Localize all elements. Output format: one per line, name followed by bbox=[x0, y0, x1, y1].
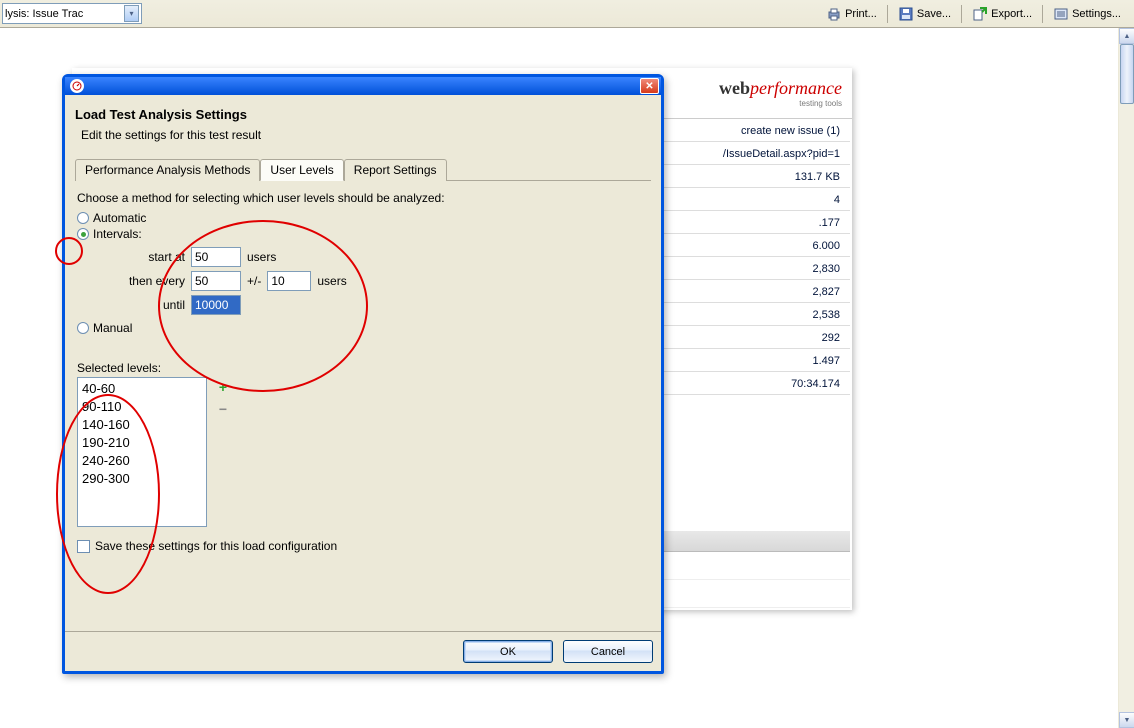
list-item[interactable]: 240-260 bbox=[82, 452, 202, 470]
every-users-label: users bbox=[317, 274, 346, 288]
until-input[interactable] bbox=[191, 295, 241, 315]
selected-levels-label: Selected levels: bbox=[77, 361, 649, 375]
scroll-up-button[interactable]: ▲ bbox=[1119, 28, 1134, 44]
radio-automatic[interactable] bbox=[77, 212, 89, 224]
tab-user-levels[interactable]: User Levels bbox=[260, 159, 343, 181]
brand-subtitle: testing tools bbox=[719, 99, 842, 108]
list-item[interactable]: 190-210 bbox=[82, 434, 202, 452]
save-settings-label: Save these settings for this load config… bbox=[95, 539, 337, 553]
until-label: until bbox=[117, 298, 185, 312]
dialog-subtitle: Edit the settings for this test result bbox=[81, 128, 651, 142]
list-item[interactable]: 40-60 bbox=[82, 380, 202, 398]
radio-manual[interactable] bbox=[77, 322, 89, 334]
gauge-icon bbox=[70, 79, 84, 93]
close-button[interactable]: ✕ bbox=[640, 78, 659, 94]
combo-dropdown-button[interactable]: ▾ bbox=[124, 5, 139, 22]
plus-minus-label: +/- bbox=[247, 274, 261, 288]
start-at-input[interactable] bbox=[191, 247, 241, 267]
settings-icon bbox=[1053, 6, 1069, 22]
print-button[interactable]: Print... bbox=[821, 4, 882, 24]
list-item[interactable]: 140-160 bbox=[82, 416, 202, 434]
levels-listbox[interactable]: 40-6090-110140-160190-210240-260290-300 bbox=[77, 377, 207, 527]
separator bbox=[1042, 5, 1043, 23]
view-combo-text: lysis: Issue Trac bbox=[5, 8, 124, 20]
printer-icon bbox=[826, 6, 842, 22]
cancel-button[interactable]: Cancel bbox=[563, 640, 653, 663]
scroll-down-button[interactable]: ▼ bbox=[1119, 712, 1134, 728]
then-every-input[interactable] bbox=[191, 271, 241, 291]
start-users-label: users bbox=[247, 250, 276, 264]
ok-button[interactable]: OK bbox=[463, 640, 553, 663]
vertical-scrollbar[interactable]: ▲ ▼ bbox=[1118, 28, 1134, 728]
add-level-button[interactable]: + bbox=[215, 379, 231, 395]
radio-automatic-label: Automatic bbox=[93, 211, 146, 225]
tab-report-settings[interactable]: Report Settings bbox=[344, 159, 447, 181]
radio-intervals-label: Intervals: bbox=[93, 227, 142, 241]
start-at-label: start at bbox=[117, 250, 185, 264]
dialog-title: Load Test Analysis Settings bbox=[75, 107, 651, 122]
settings-dialog: ✕ Load Test Analysis Settings Edit the s… bbox=[62, 74, 664, 674]
radio-manual-label: Manual bbox=[93, 321, 132, 335]
list-item[interactable]: 290-300 bbox=[82, 470, 202, 488]
settings-button[interactable]: Settings... bbox=[1048, 4, 1126, 24]
then-every-label: then every bbox=[117, 274, 185, 288]
toolbar: lysis: Issue Trac ▾ Print... Save... Exp… bbox=[0, 0, 1134, 28]
brand-logo: webperformance bbox=[719, 78, 842, 99]
view-combo[interactable]: lysis: Issue Trac ▾ bbox=[2, 3, 142, 24]
save-settings-checkbox[interactable] bbox=[77, 540, 90, 553]
tab-performance-methods[interactable]: Performance Analysis Methods bbox=[75, 159, 260, 181]
plus-minus-input[interactable] bbox=[267, 271, 311, 291]
remove-level-button[interactable]: − bbox=[215, 401, 231, 417]
radio-intervals[interactable] bbox=[77, 228, 89, 240]
floppy-icon bbox=[898, 6, 914, 22]
export-button[interactable]: Export... bbox=[967, 4, 1037, 24]
scroll-thumb[interactable] bbox=[1120, 44, 1134, 104]
separator bbox=[887, 5, 888, 23]
separator bbox=[961, 5, 962, 23]
list-item[interactable]: 90-110 bbox=[82, 398, 202, 416]
plus-icon: + bbox=[219, 379, 227, 395]
minus-icon: − bbox=[219, 401, 227, 417]
close-icon: ✕ bbox=[645, 81, 653, 92]
export-icon bbox=[972, 6, 988, 22]
tab-strip: Performance Analysis Methods User Levels… bbox=[75, 158, 651, 181]
dialog-titlebar[interactable]: ✕ bbox=[65, 77, 661, 95]
instruction-text: Choose a method for selecting which user… bbox=[77, 191, 649, 205]
save-button[interactable]: Save... bbox=[893, 4, 956, 24]
